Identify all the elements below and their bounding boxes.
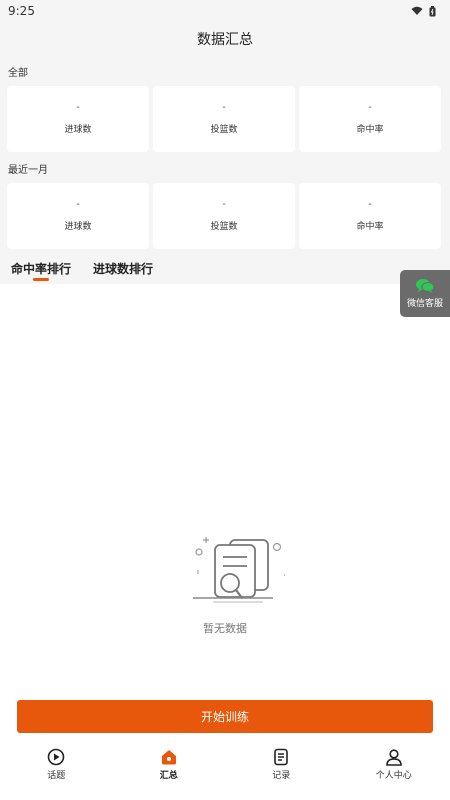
wifi-icon <box>411 6 423 15</box>
service-label: 微信客服 <box>406 299 443 309</box>
stat-card-shots: - 投篮数 <box>153 183 295 249</box>
stat-value: - <box>76 102 80 113</box>
nav-label: 话题 <box>47 771 66 781</box>
stat-value: - <box>76 199 80 210</box>
page-title: 数据汇总 <box>197 32 253 48</box>
nav-label: 汇总 <box>159 771 178 781</box>
user-icon <box>385 749 402 766</box>
status-icons <box>411 5 436 17</box>
tab-label: 进球数排行 <box>93 262 154 276</box>
section-label-last-month: 最近一月 <box>8 165 48 176</box>
stat-label: 命中率 <box>356 125 384 135</box>
nav-item-profile[interactable]: 个人中心 <box>338 742 450 800</box>
stat-card-goals: - 进球数 <box>7 86 149 152</box>
tab-goals-ranking[interactable]: 进球数排行 <box>93 256 153 277</box>
active-tab-indicator <box>33 278 49 281</box>
document-icon <box>274 748 289 766</box>
stats-row-all: - 进球数 - 投篮数 - 命中率 <box>7 86 441 152</box>
start-training-button[interactable]: 开始训练 <box>17 700 433 733</box>
nav-item-summary[interactable]: 汇总 <box>113 742 226 800</box>
tab-accuracy-ranking[interactable]: 命中率排行 <box>11 256 72 281</box>
section-label-all: 全部 <box>8 68 28 79</box>
stat-value: - <box>368 199 372 210</box>
nav-item-records[interactable]: 记录 <box>225 742 338 800</box>
stat-card-goals: - 进球数 <box>7 183 149 249</box>
stat-label: 投篮数 <box>210 222 238 232</box>
wechat-service-button[interactable]: 微信客服 <box>400 270 450 317</box>
stat-value: - <box>222 102 226 113</box>
stat-label: 进球数 <box>64 222 92 232</box>
status-time: 9:25 <box>8 4 35 18</box>
battery-icon <box>429 5 436 16</box>
nav-label: 记录 <box>272 771 291 781</box>
wechat-icon <box>416 279 435 293</box>
stat-card-shots: - 投篮数 <box>153 86 295 152</box>
empty-document-icon <box>193 537 285 603</box>
status-bar: 9:25 <box>0 0 450 22</box>
empty-state-text: 暂无数据 <box>203 622 247 635</box>
nav-label: 个人中心 <box>375 771 412 781</box>
stats-row-last-month: - 进球数 - 投篮数 - 命中率 <box>7 183 441 249</box>
stat-value: - <box>222 199 226 210</box>
stat-value: - <box>368 102 372 113</box>
home-icon <box>161 750 176 765</box>
ranking-tabs: 命中率排行 进球数排行 <box>0 256 450 284</box>
tab-label: 命中率排行 <box>11 262 72 276</box>
app-header: 数据汇总 <box>0 22 450 56</box>
bottom-nav: 话题 汇总 记录 个人中心 <box>0 742 450 800</box>
play-circle-icon <box>47 748 65 766</box>
stat-card-accuracy: - 命中率 <box>299 183 441 249</box>
stat-label: 投篮数 <box>210 125 238 135</box>
stat-label: 命中率 <box>356 222 384 232</box>
nav-item-topics[interactable]: 话题 <box>0 742 113 800</box>
stat-card-accuracy: - 命中率 <box>299 86 441 152</box>
stat-label: 进球数 <box>64 125 92 135</box>
